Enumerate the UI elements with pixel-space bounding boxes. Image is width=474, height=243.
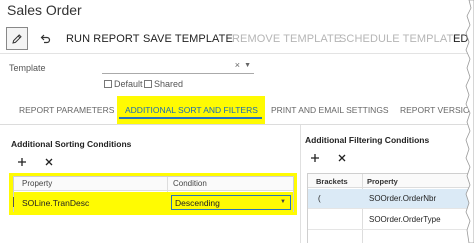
add-filter-button[interactable] [308,151,322,165]
active-tab-indicator [119,117,262,119]
clear-icon[interactable]: × [235,60,240,70]
sort-property-cell[interactable]: SOLine.TranDesc [22,198,89,208]
remove-template-button[interactable]: REMOVE TEMPLATE [232,33,341,45]
filtering-grid: Brackets Property ( SOOrder.OrderNbr SOO… [307,173,474,243]
filter-brackets-cell[interactable]: ( [318,194,321,203]
tab-print-and-email-settings[interactable]: PRINT AND EMAIL SETTINGS [271,105,389,115]
sorting-section-title: Additional Sorting Conditions [11,139,132,149]
pencil-icon [12,33,22,44]
table-row[interactable]: SOLine.TranDesc Descending ▼ [13,192,293,212]
tabs-divider [0,124,474,125]
close-icon [45,158,53,166]
column-header-brackets[interactable]: Brackets [316,177,348,186]
column-header-condition[interactable]: Condition [173,179,207,188]
filter-property-cell[interactable]: SOOrder.OrderType [369,215,441,224]
column-header-property[interactable]: Property [22,179,52,188]
sorting-grid: Property Condition SOLine.TranDesc Desce… [13,176,294,212]
default-checkbox[interactable]: Default [104,79,143,89]
row-edit-marker-icon [13,197,14,207]
sort-condition-value: Descending [175,198,220,208]
table-row[interactable]: ( SOOrder.OrderNbr [308,189,474,209]
edit-button[interactable] [6,27,28,50]
undo-icon [40,34,51,44]
filtering-section-title: Additional Filtering Conditions [305,135,430,145]
undo-button[interactable] [36,28,54,50]
toolbar: RUN REPORT SAVE TEMPLATE REMOVE TEMPLATE… [0,26,474,52]
filtering-grid-header: Brackets Property [308,174,474,188]
default-checkbox-box[interactable] [104,80,112,88]
tab-bar: REPORT PARAMETERS ADDITIONAL SORT AND FI… [0,96,474,124]
chevron-down-icon[interactable]: ▼ [244,62,251,69]
torn-edge [465,0,474,243]
delete-sort-button[interactable] [42,155,56,169]
section-divider [300,125,301,243]
sorting-grid-header: Property Condition [14,177,293,191]
plus-icon [311,154,319,162]
run-report-button[interactable]: RUN REPORT [66,33,140,45]
plus-icon [18,158,26,166]
schedule-template-button[interactable]: SCHEDULE TEMPLATE [339,33,461,45]
shared-checkbox-label: Shared [154,79,184,89]
save-template-button[interactable]: SAVE TEMPLATE [143,33,233,45]
table-row[interactable]: SOOrder.OrderType [308,210,474,230]
add-sort-button[interactable] [15,155,29,169]
shared-checkbox-box[interactable] [144,80,152,88]
toolbar-divider [0,53,474,54]
shared-checkbox[interactable]: Shared [144,79,183,89]
chevron-down-icon[interactable]: ▼ [280,199,286,205]
template-label: Template [9,63,46,73]
template-select[interactable]: × ▼ [102,60,254,74]
tab-additional-sort-and-filters[interactable]: ADDITIONAL SORT AND FILTERS [125,105,258,115]
tab-report-parameters[interactable]: REPORT PARAMETERS [19,105,114,115]
column-header-property[interactable]: Property [367,177,398,186]
close-icon [338,154,346,162]
sales-order-report-page: Sales Order RUN REPORT SAVE TEMPLATE REM… [0,0,474,243]
page-title: Sales Order [7,2,82,18]
sort-condition-select[interactable]: Descending ▼ [171,195,291,210]
filter-property-cell[interactable]: SOOrder.OrderNbr [369,194,436,203]
default-checkbox-label: Default [114,79,143,89]
delete-filter-button[interactable] [335,151,349,165]
